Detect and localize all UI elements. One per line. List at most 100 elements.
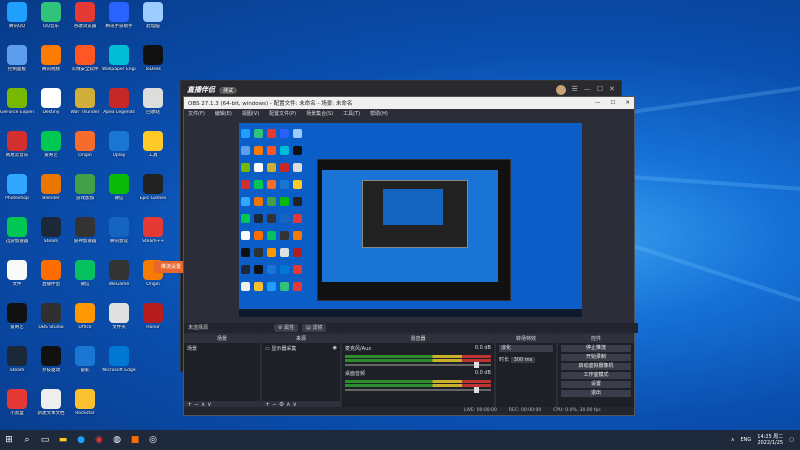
desktop-icon[interactable]: 雷蛇 xyxy=(68,346,102,384)
control-button[interactable]: 退出 xyxy=(561,390,631,397)
clock[interactable]: 14:25 周二 2022/1/25 xyxy=(757,434,783,446)
steam-icon[interactable]: ◍ xyxy=(108,431,126,449)
source-item[interactable]: ▭ 显示器采集 ◉ xyxy=(262,343,340,354)
desktop-icon[interactable]: 罗技驱动 xyxy=(34,346,68,384)
desktop-icon[interactable]: 回收站 xyxy=(136,88,170,126)
start-icon[interactable]: ⊞ xyxy=(0,431,18,449)
app-icon xyxy=(75,346,95,366)
scene-item[interactable]: 场景 xyxy=(184,343,260,354)
desktop-icon[interactable]: Office xyxy=(68,303,102,341)
control-button[interactable]: 开始录制 xyxy=(561,354,631,361)
transition-select[interactable]: 淡化 xyxy=(499,345,553,352)
desktop-icon[interactable]: 网易云音乐 xyxy=(0,131,34,169)
minimize-icon[interactable]: — xyxy=(595,100,601,106)
filters-button[interactable]: ▤ 滤镜 xyxy=(302,324,327,332)
desktop-icon[interactable]: 爱奇艺 xyxy=(0,303,34,341)
desktop-icon[interactable]: OBS Studio xyxy=(34,303,68,341)
desktop-icon-label: 文件 xyxy=(12,282,22,287)
menu-item[interactable]: 工具(T) xyxy=(343,109,360,119)
desktop-icon[interactable]: Epic Games xyxy=(136,174,170,212)
desktop-icon[interactable]: 游戏加加 xyxy=(68,174,102,212)
desktop-icon[interactable]: Wallpaper Engine xyxy=(102,45,136,83)
menu-item[interactable]: 视图(V) xyxy=(242,109,259,119)
avatar[interactable] xyxy=(555,85,566,95)
desktop-icon[interactable]: Steam xyxy=(34,217,68,255)
desktop-icon[interactable]: Steam xyxy=(0,346,34,384)
desktop-icon[interactable]: 腾讯手游助手 xyxy=(102,2,136,40)
desktop-icon[interactable]: Uplay xyxy=(102,131,136,169)
file-explorer-icon[interactable]: ▬ xyxy=(54,431,72,449)
language-indicator[interactable]: ENG xyxy=(740,437,751,443)
task-view-icon[interactable]: ▭ xyxy=(36,431,54,449)
chevron-up-icon[interactable]: ∧ xyxy=(731,437,735,443)
visibility-icon[interactable]: ◉ xyxy=(333,345,337,351)
desktop-icon[interactable]: ToDesk xyxy=(136,45,170,83)
desktop-icon[interactable]: 工具 xyxy=(136,131,170,169)
desktop-icon[interactable]: 迅游加速器 xyxy=(0,217,34,255)
app-icon xyxy=(41,2,61,22)
desktop-icon[interactable]: QQ音乐 xyxy=(34,2,68,40)
menu-icon[interactable]: ☰ xyxy=(572,85,578,95)
control-button[interactable]: 设置 xyxy=(561,381,631,388)
menu-item[interactable]: 文件(F) xyxy=(188,109,205,119)
desktop-icon[interactable]: 腾讯会议 xyxy=(102,217,136,255)
desktop-icon[interactable]: WeGame xyxy=(102,260,136,298)
desktop-icon[interactable]: 小黑盒 xyxy=(0,389,34,427)
desktop-icon[interactable]: Photoshop xyxy=(0,174,34,212)
app-icon xyxy=(109,2,129,22)
desktop-icon[interactable]: GeForce Experience xyxy=(0,88,34,126)
desktop-icon[interactable]: 爱奇艺 xyxy=(34,131,68,169)
desktop-icon[interactable]: 直播伴侣 xyxy=(34,260,68,298)
app-icon xyxy=(109,131,129,151)
notification-icon[interactable]: ▢ xyxy=(789,437,794,443)
menu-item[interactable]: 配置文件(P) xyxy=(269,109,296,119)
desktop-icon[interactable]: 微信 xyxy=(68,260,102,298)
minimize-icon[interactable]: — xyxy=(584,85,591,95)
obs-menubar: 文件(F) 编辑(E) 视图(V) 配置文件(P) 场景集合(S) 工具(T) 帮助(H) xyxy=(184,109,634,119)
desktop-icon[interactable]: 新建文本文档 xyxy=(34,389,68,427)
desktop-icon[interactable]: War Thunder xyxy=(68,88,102,126)
app-icon[interactable]: ■ xyxy=(126,431,144,449)
menu-item[interactable]: 编辑(E) xyxy=(215,109,232,119)
obs-taskbar-icon[interactable]: ◎ xyxy=(144,431,162,449)
no-source-label: 未选择源 xyxy=(188,325,209,331)
menu-item[interactable]: 场景集合(S) xyxy=(306,109,333,119)
desktop-icon[interactable]: 腾讯视频 xyxy=(34,45,68,83)
desktop-icon[interactable]: 文件夹 xyxy=(102,303,136,341)
desktop-icon-label: 爱奇艺 xyxy=(44,153,58,158)
desktop-icon[interactable]: 谷歌浏览器 xyxy=(68,2,102,40)
preview-canvas[interactable] xyxy=(239,123,582,317)
control-button[interactable]: 启动虚拟摄像机 xyxy=(561,363,631,370)
maximize-icon[interactable]: ☐ xyxy=(610,100,615,106)
obs-window[interactable]: OBS 27.1.3 (64-bit, windows) - 配置文件: 未命名… xyxy=(183,96,638,416)
control-button[interactable]: 工作室模式 xyxy=(561,372,631,379)
desktop-icon[interactable]: Apex Legends xyxy=(102,88,136,126)
desktop-icon[interactable]: 此电脑 xyxy=(136,2,170,40)
volume-slider[interactable] xyxy=(345,387,491,393)
control-button[interactable]: 停止推流 xyxy=(561,345,631,352)
desktop-icon[interactable]: Steam++ xyxy=(136,217,170,255)
duration-input[interactable]: 300 ms xyxy=(510,357,536,363)
close-icon[interactable]: ✕ xyxy=(609,85,615,95)
desktop-icon[interactable]: Microsoft Edge xyxy=(102,346,136,384)
maximize-icon[interactable]: ☐ xyxy=(597,85,603,95)
properties-button[interactable]: ⚙ 属性 xyxy=(274,324,299,332)
desktop-icon[interactable]: 微信 xyxy=(102,174,136,212)
close-icon[interactable]: ✕ xyxy=(625,100,630,106)
app-icon[interactable]: ● xyxy=(72,431,90,449)
desktop-icon[interactable]: 腾讯QQ xyxy=(0,2,34,40)
desktop-icon[interactable]: 雷神加速器 xyxy=(68,217,102,255)
desktop-icon[interactable]: 火绒安全软件 xyxy=(68,45,102,83)
chrome-icon[interactable]: ◉ xyxy=(90,431,108,449)
volume-slider[interactable] xyxy=(345,362,491,368)
obs-titlebar[interactable]: OBS 27.1.3 (64-bit, windows) - 配置文件: 未命名… xyxy=(184,97,634,109)
desktop-icon[interactable]: Honor xyxy=(136,303,170,341)
desktop-icon[interactable]: Blender xyxy=(34,174,68,212)
search-icon[interactable]: ⌕ xyxy=(18,431,36,449)
desktop-icon[interactable]: Origin xyxy=(68,131,102,169)
desktop-icon[interactable]: Rockstar xyxy=(68,389,102,427)
desktop-icon[interactable]: 文件 xyxy=(0,260,34,298)
desktop-icon[interactable]: Destiny xyxy=(34,88,68,126)
desktop-icon[interactable]: 控制面板 xyxy=(0,45,34,83)
menu-item[interactable]: 帮助(H) xyxy=(370,109,388,119)
